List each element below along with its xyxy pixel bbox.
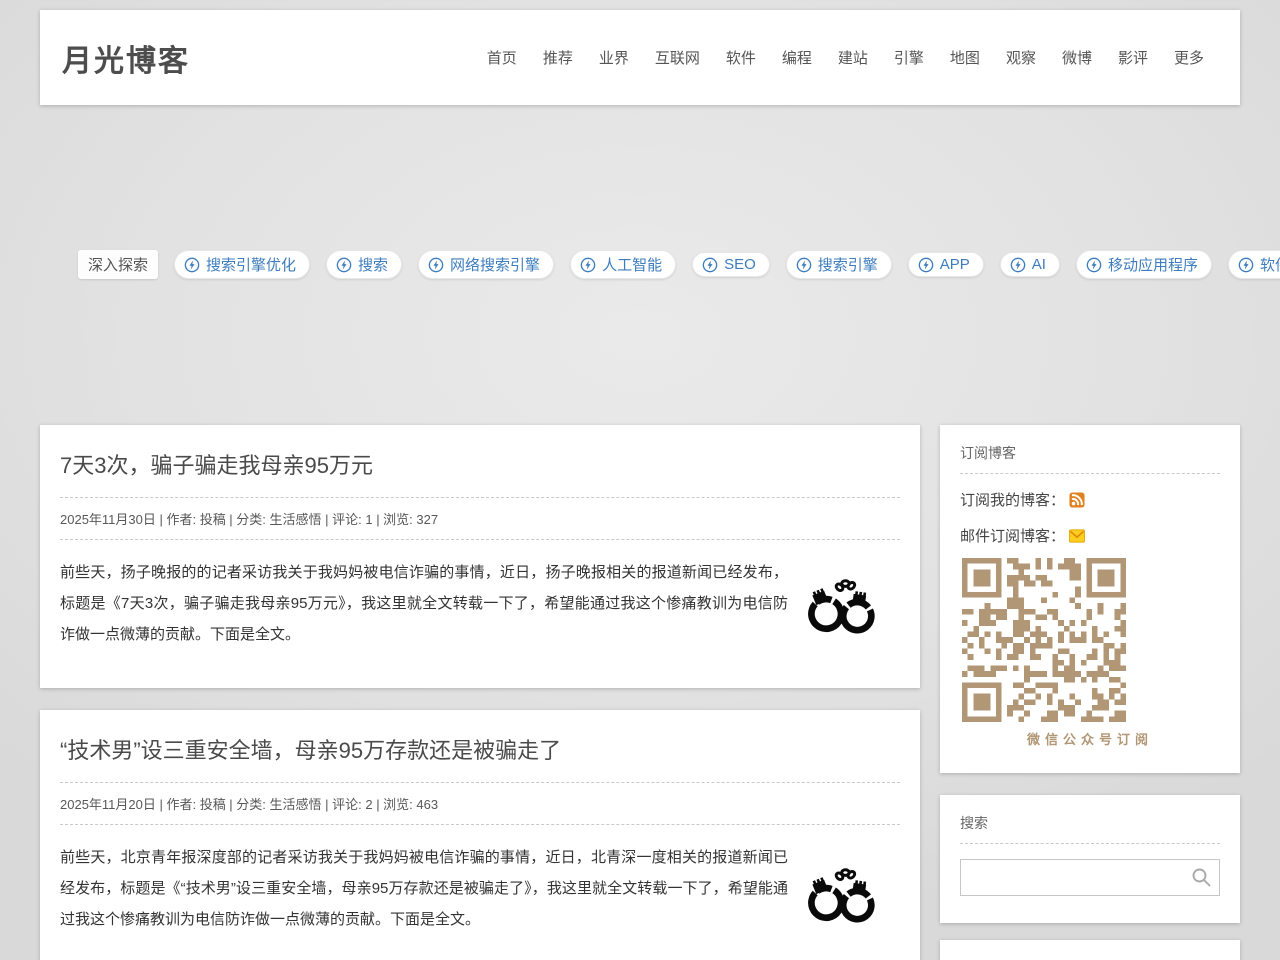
wechat-qr-code [962, 558, 1126, 722]
tag-pill-app[interactable]: APP [908, 252, 984, 277]
tag-pill-label: 人工智能 [602, 254, 662, 275]
bolt-circle-icon [580, 257, 596, 273]
site-logo[interactable]: 月光博客 [62, 36, 190, 80]
rss-subscribe-label: 订阅我的博客： [960, 489, 1065, 510]
tag-pill-label: 搜索引擎优化 [206, 254, 296, 275]
divider [60, 539, 900, 540]
tag-pill-ai-zhineng[interactable]: 人工智能 [570, 250, 676, 279]
tag-pill-seo-youhua[interactable]: 搜索引擎优化 [174, 250, 310, 279]
rss-icon[interactable] [1069, 492, 1085, 508]
tag-pill-label: 网络搜索引擎 [450, 254, 540, 275]
bolt-circle-icon [336, 257, 352, 273]
bolt-circle-icon [702, 257, 718, 273]
divider [60, 824, 900, 825]
nav-item-more[interactable]: 更多 [1174, 47, 1204, 68]
article-excerpt: 前些天，北京青年报深度部的记者采访我关于我妈妈被电信诈骗的事情，近日，北青深一度… [60, 842, 900, 935]
tag-pill-seo[interactable]: SEO [692, 252, 770, 277]
handcuffs-image[interactable] [804, 573, 878, 637]
rss-subscribe-row: 订阅我的博客： [960, 489, 1220, 510]
email-icon[interactable] [1069, 529, 1085, 543]
tag-pill-label: SEO [724, 256, 756, 273]
qr-caption: 微信公众号订阅 [960, 729, 1220, 748]
main-nav: 首页 推荐 业界 互联网 软件 编程 建站 引擎 地图 观察 微博 影评 更多 [487, 47, 1204, 68]
nav-item-industry[interactable]: 业界 [599, 47, 629, 68]
article-excerpt: 前些天，扬子晚报的的记者采访我关于我妈妈被电信诈骗的事情，近日，扬子晚报相关的报… [60, 557, 900, 650]
bolt-circle-icon [184, 257, 200, 273]
subscribe-heading: 订阅博客 [960, 443, 1220, 474]
bolt-circle-icon [1238, 257, 1254, 273]
bolt-circle-icon [1010, 257, 1026, 273]
tag-pill-mobile-app[interactable]: 移动应用程序 [1076, 250, 1212, 279]
article-meta: 2025年11月20日 | 作者: 投稿 | 分类: 生活感悟 | 评论: 2 … [60, 794, 900, 813]
nav-item-engine[interactable]: 引擎 [894, 47, 924, 68]
nav-item-internet[interactable]: 互联网 [655, 47, 700, 68]
tag-pill-label: 搜索引擎 [818, 254, 878, 275]
tag-pill-label: 搜索 [358, 254, 388, 275]
divider [60, 782, 900, 783]
tag-bar: 深入探索 搜索引擎优化 搜索 网络搜索引擎 人工智能 SEO 搜索引擎 APP … [78, 250, 1218, 279]
tag-pill-label: 移动应用程序 [1108, 254, 1198, 275]
tag-pill-sousuo[interactable]: 搜索 [326, 250, 402, 279]
search-heading: 搜索 [960, 813, 1220, 844]
nav-item-map[interactable]: 地图 [950, 47, 980, 68]
handcuffs-image[interactable] [804, 862, 878, 926]
tag-pill-ai[interactable]: AI [1000, 252, 1060, 277]
subscribe-widget: 订阅博客 订阅我的博客： 邮件订阅博客： 微信公众号订阅 [940, 425, 1240, 773]
nav-item-programming[interactable]: 编程 [782, 47, 812, 68]
tag-bar-label: 深入探索 [78, 250, 158, 279]
bolt-circle-icon [1086, 257, 1102, 273]
article-meta: 2025年11月30日 | 作者: 投稿 | 分类: 生活感悟 | 评论: 1 … [60, 509, 900, 528]
article-card: 7天3次，骗子骗走我母亲95万元 2025年11月30日 | 作者: 投稿 | … [40, 425, 920, 688]
nav-item-weibo[interactable]: 微博 [1062, 47, 1092, 68]
nav-item-home[interactable]: 首页 [487, 47, 517, 68]
article-card: “技术男”设三重安全墙，母亲95万存款还是被骗走了 2025年11月20日 | … [40, 710, 920, 960]
page: 月光博客 首页 推荐 业界 互联网 软件 编程 建站 引擎 地图 观察 微博 影… [0, 0, 1280, 960]
search-icon[interactable] [1191, 867, 1212, 888]
sidebar-widget-partial [940, 940, 1240, 960]
tag-pill-wangluo-sousuo[interactable]: 网络搜索引擎 [418, 250, 554, 279]
site-header: 月光博客 首页 推荐 业界 互联网 软件 编程 建站 引擎 地图 观察 微博 影… [40, 10, 1240, 105]
bolt-circle-icon [428, 257, 444, 273]
tag-pill-label: APP [940, 256, 970, 273]
tag-pill-ruanjian[interactable]: 软件 [1228, 250, 1280, 279]
bolt-circle-icon [796, 257, 812, 273]
search-input[interactable] [960, 859, 1220, 896]
article-title[interactable]: 7天3次，骗子骗走我母亲95万元 [60, 451, 900, 481]
search-box [960, 859, 1220, 896]
tag-pill-label: 软件 [1260, 254, 1280, 275]
nav-item-observe[interactable]: 观察 [1006, 47, 1036, 68]
nav-item-recommend[interactable]: 推荐 [543, 47, 573, 68]
tag-pill-label: AI [1032, 256, 1046, 273]
email-subscribe-row: 邮件订阅博客： [960, 525, 1220, 546]
nav-item-review[interactable]: 影评 [1118, 47, 1148, 68]
email-subscribe-label: 邮件订阅博客： [960, 525, 1065, 546]
bolt-circle-icon [918, 257, 934, 273]
tag-pill-sousuo-yinqing[interactable]: 搜索引擎 [786, 250, 892, 279]
nav-item-sitebuilding[interactable]: 建站 [838, 47, 868, 68]
divider [60, 497, 900, 498]
nav-item-software[interactable]: 软件 [726, 47, 756, 68]
article-title[interactable]: “技术男”设三重安全墙，母亲95万存款还是被骗走了 [60, 736, 900, 766]
search-widget: 搜索 [940, 795, 1240, 923]
